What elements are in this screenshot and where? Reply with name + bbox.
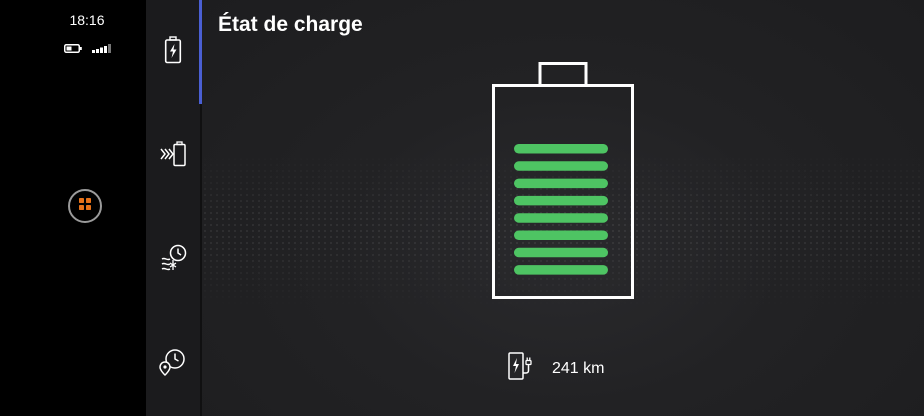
battery-bar	[514, 144, 608, 154]
nav-item-charge-state[interactable]	[146, 0, 202, 104]
status-column: 18:16	[0, 0, 146, 416]
battery-bolt-icon	[164, 35, 182, 69]
battery-terminal	[538, 62, 588, 87]
range-value: 241 km	[552, 359, 605, 377]
signal-strength-icon	[92, 40, 112, 58]
page-title: État de charge	[218, 13, 363, 36]
range-display: 241 km	[508, 352, 604, 385]
battery-bar	[514, 213, 608, 223]
nav-item-charge-settings[interactable]	[146, 104, 200, 208]
battery-level-graphic	[490, 62, 636, 307]
battery-bar	[514, 230, 608, 240]
battery-bar	[514, 161, 608, 171]
battery-bar	[514, 195, 608, 206]
charging-station-icon	[508, 352, 534, 385]
battery-bar	[514, 265, 608, 275]
battery-bar	[514, 247, 608, 258]
screen: 18:16 État de charge 241 km	[0, 0, 924, 416]
nav-item-departure-timer[interactable]	[146, 208, 200, 312]
status-icons	[64, 40, 112, 58]
nav-item-location-timer[interactable]	[146, 312, 200, 416]
phone-battery-icon	[64, 40, 82, 58]
battery-bars	[514, 144, 608, 275]
main-content: État de charge 241 km	[202, 0, 924, 416]
apps-grid-icon	[79, 197, 91, 215]
battery-chevrons-icon	[160, 140, 186, 172]
battery-bar	[514, 178, 608, 189]
apps-button[interactable]	[68, 189, 102, 223]
climate-clock-icon	[159, 244, 187, 277]
location-clock-icon	[159, 348, 187, 381]
side-navigation	[146, 0, 202, 416]
